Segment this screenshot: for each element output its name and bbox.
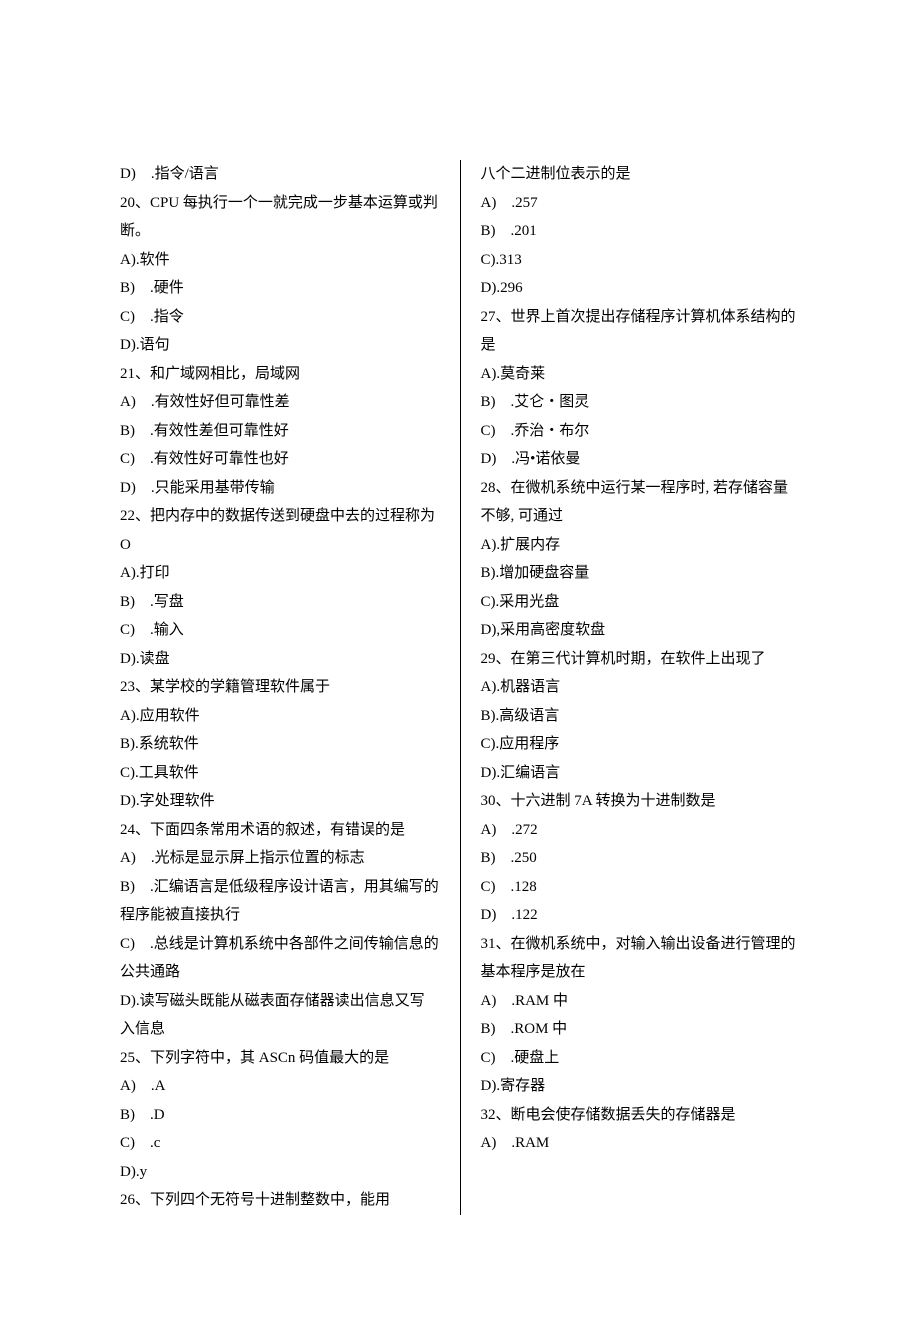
- text-line: B) .艾仑・图灵: [481, 388, 801, 417]
- text-line: C) .输入: [120, 616, 440, 645]
- text-line: 22、把内存中的数据传送到硬盘中去的过程称为 O: [120, 502, 440, 559]
- page: D) .指令/语言 20、CPU 每执行一个一就完成一步基本运算或判断。 A).…: [0, 0, 920, 1325]
- text-line: B) .硬件: [120, 274, 440, 303]
- text-line: B).高级语言: [481, 702, 801, 731]
- text-line: D).汇编语言: [481, 759, 801, 788]
- text-line: 30、十六进制 7A 转换为十进制数是: [481, 787, 801, 816]
- text-line: C) .总线是计算机系统中各部件之间传输信息的公共通路: [120, 930, 440, 987]
- text-line: D).y: [120, 1158, 440, 1187]
- text-line: 21、和广域网相比，局域网: [120, 360, 440, 389]
- text-line: A).应用软件: [120, 702, 440, 731]
- text-line: 26、下列四个无符号十进制整数中，能用: [120, 1186, 440, 1215]
- text-line: C) .128: [481, 873, 801, 902]
- columns-wrapper: D) .指令/语言 20、CPU 每执行一个一就完成一步基本运算或判断。 A).…: [120, 160, 800, 1215]
- text-line: C) .硬盘上: [481, 1044, 801, 1073]
- text-line: B) .201: [481, 217, 801, 246]
- column-divider: [460, 160, 461, 1215]
- text-line: D) .指令/语言: [120, 160, 440, 189]
- text-line: D).读写磁头既能从磁表面存储器读出信息又写入信息: [120, 987, 440, 1044]
- text-line: B).系统软件: [120, 730, 440, 759]
- text-line: 八个二进制位表示的是: [481, 160, 801, 189]
- text-line: B) .汇编语言是低级程序设计语言，用其编写的程序能被直接执行: [120, 873, 440, 930]
- text-line: 28、在微机系统中运行某一程序时, 若存储容量不够, 可通过: [481, 474, 801, 531]
- text-line: A).莫奇莱: [481, 360, 801, 389]
- text-line: C) .指令: [120, 303, 440, 332]
- text-line: D).字处理软件: [120, 787, 440, 816]
- text-line: A).扩展内存: [481, 531, 801, 560]
- text-line: A) .RAM: [481, 1129, 801, 1158]
- text-line: 27、世界上首次提出存储程序计算机体系结构的是: [481, 303, 801, 360]
- text-line: A) .光标是显示屏上指示位置的标志: [120, 844, 440, 873]
- text-line: D) .只能采用基带传输: [120, 474, 440, 503]
- text-line: A) .272: [481, 816, 801, 845]
- text-line: D),采用高密度软盘: [481, 616, 801, 645]
- text-line: C).313: [481, 246, 801, 275]
- text-line: 25、下列字符中，其 ASCn 码值最大的是: [120, 1044, 440, 1073]
- text-line: C) .c: [120, 1129, 440, 1158]
- text-line: B) .有效性差但可靠性好: [120, 417, 440, 446]
- text-line: C) .乔治・布尔: [481, 417, 801, 446]
- text-line: 29、在第三代计算机时期，在软件上出现了: [481, 645, 801, 674]
- text-line: D).语句: [120, 331, 440, 360]
- text-line: A).机器语言: [481, 673, 801, 702]
- text-line: C).采用光盘: [481, 588, 801, 617]
- text-line: A).软件: [120, 246, 440, 275]
- text-line: B) .D: [120, 1101, 440, 1130]
- text-line: D).读盘: [120, 645, 440, 674]
- text-line: D) .122: [481, 901, 801, 930]
- text-line: D) .冯•诺依曼: [481, 445, 801, 474]
- text-line: A) .A: [120, 1072, 440, 1101]
- text-line: 24、下面四条常用术语的叙述，有错误的是: [120, 816, 440, 845]
- text-line: A).打印: [120, 559, 440, 588]
- text-line: 31、在微机系统中，对输入输出设备进行管理的基本程序是放在: [481, 930, 801, 987]
- text-line: D).296: [481, 274, 801, 303]
- text-line: C).工具软件: [120, 759, 440, 788]
- text-line: B) .ROM 中: [481, 1015, 801, 1044]
- text-line: A) .有效性好但可靠性差: [120, 388, 440, 417]
- text-line: 20、CPU 每执行一个一就完成一步基本运算或判断。: [120, 189, 440, 246]
- left-column: D) .指令/语言 20、CPU 每执行一个一就完成一步基本运算或判断。 A).…: [120, 160, 440, 1215]
- right-column: 八个二进制位表示的是 A) .257 B) .201 C).313 D).296…: [481, 160, 801, 1215]
- text-line: 23、某学校的学籍管理软件属于: [120, 673, 440, 702]
- text-line: B).增加硬盘容量: [481, 559, 801, 588]
- text-line: A) .257: [481, 189, 801, 218]
- text-line: B) .250: [481, 844, 801, 873]
- text-line: C) .有效性好可靠性也好: [120, 445, 440, 474]
- text-line: A) .RAM 中: [481, 987, 801, 1016]
- text-line: 32、断电会使存储数据丢失的存储器是: [481, 1101, 801, 1130]
- text-line: B) .写盘: [120, 588, 440, 617]
- text-line: C).应用程序: [481, 730, 801, 759]
- text-line: D).寄存器: [481, 1072, 801, 1101]
